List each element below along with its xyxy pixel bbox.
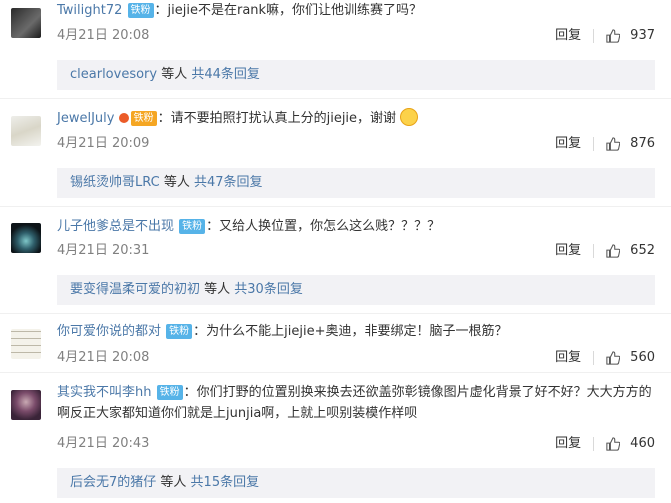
divider — [0, 98, 671, 99]
divider — [0, 206, 671, 207]
fan-badge[interactable]: 铁粉 — [130, 111, 157, 126]
reply-mid-text: 等人 — [156, 475, 191, 490]
comment-actions: 回复 560 — [555, 349, 655, 367]
avatar[interactable] — [11, 8, 41, 38]
avatar[interactable] — [11, 390, 41, 420]
comment-text: ：请不要拍照打扰认真上分的jiejie，谢谢 — [157, 111, 397, 126]
comment-text-line: Twilight72 铁粉 ：jiejie不是在rank嘛，你们让他训练赛了吗？ — [57, 0, 657, 22]
thumbs-up-icon[interactable] — [606, 244, 621, 258]
divider — [593, 244, 595, 258]
divider — [593, 437, 595, 451]
reply-user-link[interactable]: 后会无7的猪仔 — [70, 475, 156, 490]
comment-time: 4月21日 20:43 — [57, 436, 150, 451]
reply-user-link[interactable]: clearlovesory — [70, 67, 157, 82]
divider — [593, 137, 595, 151]
like-count: 876 — [630, 136, 655, 151]
comment-actions: 回复 876 — [555, 135, 655, 153]
comment-text-line: 儿子他爹总是不出现 铁粉 ：又给人换位置，你怎么这么贱？？？？ — [57, 216, 657, 238]
reply-count-link[interactable]: 共47条回复 — [194, 175, 263, 190]
divider — [593, 351, 595, 365]
reply-mid-text: 等人 — [157, 67, 192, 82]
comment-actions: 回复 652 — [555, 242, 655, 260]
vip-crown-icon — [118, 113, 129, 123]
comment-text-line: JewelJuly 铁粉 ：请不要拍照打扰认真上分的jiejie，谢谢 — [57, 108, 657, 130]
like-count: 937 — [630, 28, 655, 43]
reply-button[interactable]: 回复 — [555, 349, 581, 367]
reply-summary[interactable]: 要变得温柔可爱的初初 等人 共30条回复 — [57, 275, 655, 305]
username-link[interactable]: 你可爱你说的都对 — [57, 324, 161, 339]
username-link[interactable]: Twilight72 — [57, 3, 122, 18]
reply-count-link[interactable]: 共30条回复 — [234, 282, 303, 297]
comment-text: ：又给人换位置，你怎么这么贱？？？？ — [206, 219, 441, 234]
comment-actions: 回复 937 — [555, 27, 655, 45]
comment-time: 4月21日 20:08 — [57, 350, 150, 365]
avatar[interactable] — [11, 223, 41, 253]
thumbs-up-icon[interactable] — [606, 137, 621, 151]
fan-badge[interactable]: 铁粉 — [127, 3, 154, 18]
reply-summary[interactable]: 后会无7的猪仔 等人 共15条回复 — [57, 468, 655, 498]
username-link[interactable]: 其实我不叫李hh — [57, 385, 151, 400]
comment-time: 4月21日 20:09 — [57, 136, 150, 151]
avatar[interactable] — [11, 116, 41, 146]
reply-summary[interactable]: clearlovesory 等人 共44条回复 — [57, 60, 655, 90]
reply-count-link[interactable]: 共44条回复 — [191, 67, 260, 82]
comment-time: 4月21日 20:08 — [57, 28, 150, 43]
username-link[interactable]: JewelJuly — [57, 111, 114, 126]
fan-badge[interactable]: 铁粉 — [179, 219, 206, 234]
fan-badge[interactable]: 铁粉 — [166, 324, 193, 339]
username-link[interactable]: 儿子他爹总是不出现 — [57, 219, 174, 234]
thumbs-up-icon[interactable] — [606, 437, 621, 451]
comment-text-line: 其实我不叫李hh 铁粉 ：你们打野的位置别换来换去还欲盖弥彰镜像图片虚化背景了好不… — [57, 382, 657, 424]
reply-mid-text: 等人 — [200, 282, 235, 297]
like-count: 560 — [630, 350, 655, 365]
thumbs-up-icon[interactable] — [606, 29, 621, 43]
reply-mid-text: 等人 — [159, 175, 194, 190]
divider — [593, 29, 595, 43]
comment-text-line: 你可爱你说的都对 铁粉 ：为什么不能上jiejie+奥迪，非要绑定！脑子一根筋？ — [57, 321, 657, 343]
reply-user-link[interactable]: 锡纸烫帅哥LRC — [70, 175, 160, 190]
reply-button[interactable]: 回复 — [555, 135, 581, 153]
comment-actions: 回复 460 — [555, 435, 655, 453]
avatar[interactable] — [11, 329, 41, 359]
reply-button[interactable]: 回复 — [555, 242, 581, 260]
fan-badge[interactable]: 铁粉 — [156, 385, 183, 400]
emoji-icon — [400, 108, 419, 126]
reply-button[interactable]: 回复 — [555, 27, 581, 45]
thumbs-up-icon[interactable] — [606, 351, 621, 365]
divider — [0, 313, 671, 314]
reply-summary[interactable]: 锡纸烫帅哥LRC 等人 共47条回复 — [57, 168, 655, 198]
reply-count-link[interactable]: 共15条回复 — [191, 475, 260, 490]
comment-time: 4月21日 20:31 — [57, 243, 150, 258]
comment-text: ：jiejie不是在rank嘛，你们让他训练赛了吗？ — [154, 3, 423, 18]
reply-button[interactable]: 回复 — [555, 435, 581, 453]
like-count: 652 — [630, 243, 655, 258]
like-count: 460 — [630, 436, 655, 451]
divider — [0, 372, 671, 373]
reply-user-link[interactable]: 要变得温柔可爱的初初 — [70, 282, 200, 297]
comment-text: ：为什么不能上jiejie+奥迪，非要绑定！脑子一根筋？ — [193, 324, 508, 339]
